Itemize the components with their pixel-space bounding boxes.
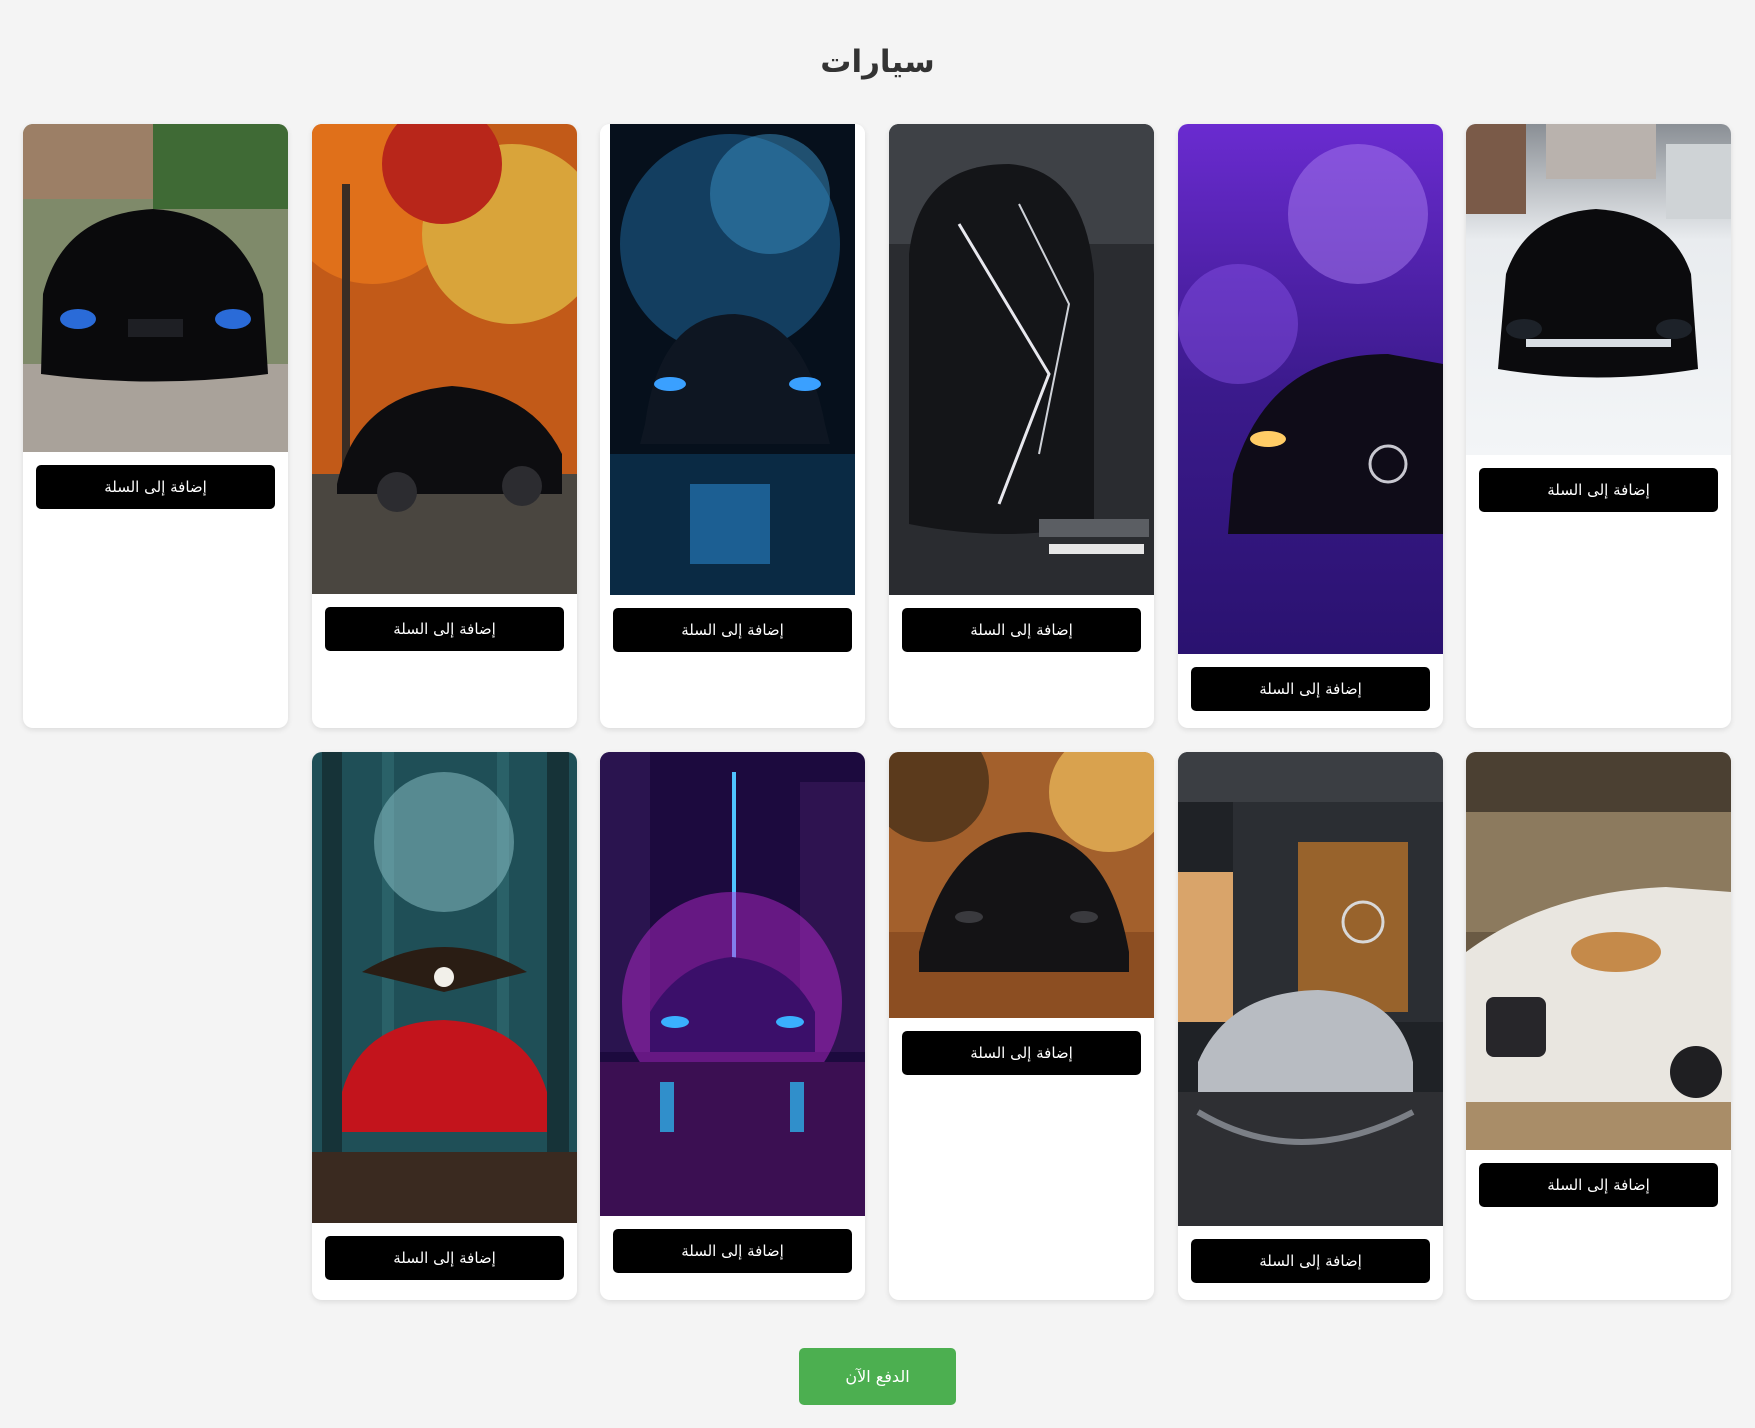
add-to-cart-button[interactable]: إضافة إلى السلة: [325, 1236, 564, 1280]
product-image[interactable]: [889, 752, 1154, 1018]
add-to-cart-button[interactable]: إضافة إلى السلة: [36, 465, 275, 509]
add-to-cart-button[interactable]: إضافة إلى السلة: [1191, 1239, 1430, 1283]
product-card: إضافة إلى السلة: [312, 752, 577, 1300]
product-image[interactable]: [1178, 752, 1443, 1226]
pay-now-button[interactable]: الدفع الآن: [799, 1348, 956, 1405]
product-image[interactable]: [312, 752, 577, 1223]
product-card: إضافة إلى السلة: [600, 124, 865, 728]
product-image[interactable]: [1466, 124, 1731, 455]
page-title: سيارات: [820, 44, 935, 80]
product-image[interactable]: [600, 752, 865, 1216]
product-image[interactable]: [23, 124, 288, 452]
product-card: إضافة إلى السلة: [600, 752, 865, 1300]
add-to-cart-button[interactable]: إضافة إلى السلة: [902, 608, 1141, 652]
add-to-cart-button[interactable]: إضافة إلى السلة: [1191, 667, 1430, 711]
product-card: إضافة إلى السلة: [1178, 124, 1443, 728]
add-to-cart-button[interactable]: إضافة إلى السلة: [1479, 1163, 1718, 1207]
add-to-cart-button[interactable]: إضافة إلى السلة: [1479, 468, 1718, 512]
add-to-cart-button[interactable]: إضافة إلى السلة: [613, 1229, 852, 1273]
add-to-cart-button[interactable]: إضافة إلى السلة: [325, 607, 564, 651]
product-card: إضافة إلى السلة: [889, 124, 1154, 728]
product-image[interactable]: [600, 124, 865, 595]
product-card: إضافة إلى السلة: [1466, 124, 1731, 728]
product-card: إضافة إلى السلة: [312, 124, 577, 728]
product-image[interactable]: [312, 124, 577, 594]
product-card: إضافة إلى السلة: [23, 124, 288, 728]
product-image[interactable]: [1178, 124, 1443, 654]
product-image[interactable]: [1466, 752, 1731, 1150]
product-card: إضافة إلى السلة: [1466, 752, 1731, 1300]
product-card: إضافة إلى السلة: [1178, 752, 1443, 1300]
add-to-cart-button[interactable]: إضافة إلى السلة: [613, 608, 852, 652]
add-to-cart-button[interactable]: إضافة إلى السلة: [902, 1031, 1141, 1075]
product-card: إضافة إلى السلة: [889, 752, 1154, 1300]
product-image[interactable]: [889, 124, 1154, 595]
